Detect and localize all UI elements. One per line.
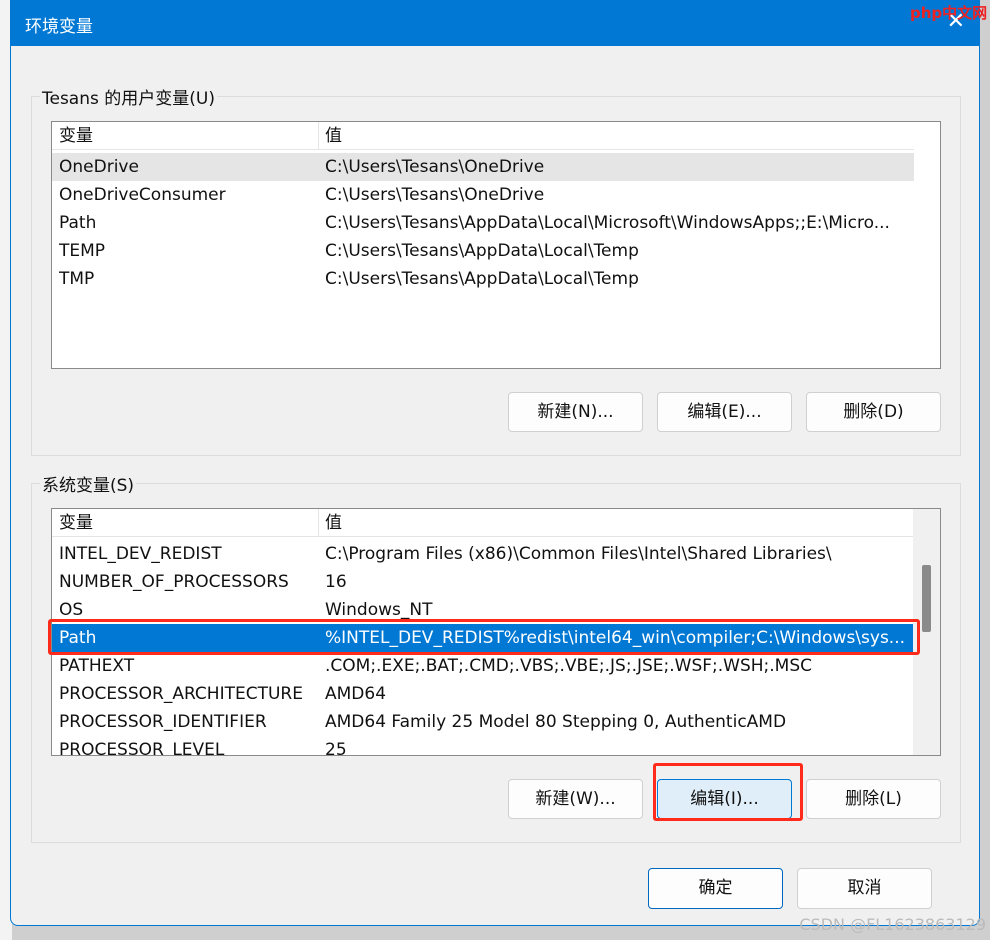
variable-value: C:\Users\Tesans\OneDrive xyxy=(325,181,910,209)
table-row[interactable]: INTEL_DEV_REDISTC:\Program Files (x86)\C… xyxy=(52,540,914,568)
user-new-button[interactable]: 新建(N)... xyxy=(508,392,643,432)
header-variable[interactable]: 变量 xyxy=(59,509,319,537)
variable-value: C:\Program Files (x86)\Common Files\Inte… xyxy=(325,540,910,568)
list-header: 变量值 xyxy=(52,509,914,537)
table-row[interactable]: TEMPC:\Users\Tesans\AppData\Local\Temp xyxy=(52,237,914,265)
variable-name: OneDriveConsumer xyxy=(59,181,319,209)
table-row[interactable]: PROCESSOR_ARCHITECTUREAMD64 xyxy=(52,680,914,708)
system-variables-label: 系统变量(S) xyxy=(40,471,136,496)
title-bar: 环境变量 ✕ xyxy=(11,1,979,46)
variable-value: .COM;.EXE;.BAT;.CMD;.VBS;.VBE;.JS;.JSE;.… xyxy=(325,652,910,680)
variable-name: NUMBER_OF_PROCESSORS xyxy=(59,568,319,596)
dialog-title: 环境变量 xyxy=(25,12,93,37)
variable-name: TEMP xyxy=(59,237,319,265)
table-row[interactable]: OneDriveConsumerC:\Users\Tesans\OneDrive xyxy=(52,181,914,209)
user-delete-button[interactable]: 删除(D) xyxy=(806,392,941,432)
highlight-box xyxy=(48,619,920,655)
header-value[interactable]: 值 xyxy=(325,509,910,537)
user-edit-button[interactable]: 编辑(E)... xyxy=(657,392,792,432)
system-delete-button[interactable]: 删除(L) xyxy=(806,779,941,819)
variable-value: AMD64 Family 25 Model 80 Stepping 0, Aut… xyxy=(325,708,910,736)
variable-name: PROCESSOR_LEVEL xyxy=(59,736,319,756)
highlight-box xyxy=(653,763,803,821)
variable-value: C:\Users\Tesans\AppData\Local\Microsoft\… xyxy=(325,209,910,237)
scrollbar-thumb[interactable] xyxy=(922,565,931,632)
variable-name: Path xyxy=(59,209,319,237)
variable-value: 16 xyxy=(325,568,910,596)
table-row[interactable]: PROCESSOR_LEVEL 25 xyxy=(52,736,914,756)
user-variables-list[interactable]: 变量值 OneDriveC:\Users\Tesans\OneDriveOneD… xyxy=(51,121,941,369)
variable-value: 25 xyxy=(325,736,910,756)
variable-name: PROCESSOR_ARCHITECTURE xyxy=(59,680,319,708)
user-variables-label: Tesans 的用户变量(U) xyxy=(40,84,217,109)
variable-value: AMD64 xyxy=(325,680,910,708)
table-row[interactable]: OneDriveC:\Users\Tesans\OneDrive xyxy=(52,153,914,181)
variable-name: OneDrive xyxy=(59,153,319,181)
table-row[interactable]: PROCESSOR_IDENTIFIERAMD64 Family 25 Mode… xyxy=(52,708,914,736)
header-variable[interactable]: 变量 xyxy=(59,122,319,150)
table-row[interactable]: PATHEXT.COM;.EXE;.BAT;.CMD;.VBS;.VBE;.JS… xyxy=(52,652,914,680)
cancel-button[interactable]: 取消 xyxy=(797,868,932,909)
variable-name: PATHEXT xyxy=(59,652,319,680)
environment-variables-dialog: 环境变量 ✕ Tesans 的用户变量(U) 变量值 OneDriveC:\Us… xyxy=(10,0,980,926)
system-new-button[interactable]: 新建(W)... xyxy=(508,779,643,819)
variable-value: C:\Users\Tesans\OneDrive xyxy=(325,153,910,181)
variable-value: C:\Users\Tesans\AppData\Local\Temp xyxy=(325,265,910,293)
header-value[interactable]: 值 xyxy=(325,122,910,150)
variable-name: INTEL_DEV_REDIST xyxy=(59,540,319,568)
list-header: 变量值 xyxy=(52,122,914,150)
variable-name: PROCESSOR_IDENTIFIER xyxy=(59,708,319,736)
variable-value: C:\Users\Tesans\AppData\Local\Temp xyxy=(325,237,910,265)
table-row[interactable]: TMPC:\Users\Tesans\AppData\Local\Temp xyxy=(52,265,914,293)
ok-button[interactable]: 确定 xyxy=(648,868,783,909)
table-row[interactable]: PathC:\Users\Tesans\AppData\Local\Micros… xyxy=(52,209,914,237)
site-logo: php中文网 xyxy=(910,2,987,23)
variable-name: TMP xyxy=(59,265,319,293)
watermark: CSDN @FL1623863129 xyxy=(799,915,986,934)
table-row[interactable]: NUMBER_OF_PROCESSORS16 xyxy=(52,568,914,596)
